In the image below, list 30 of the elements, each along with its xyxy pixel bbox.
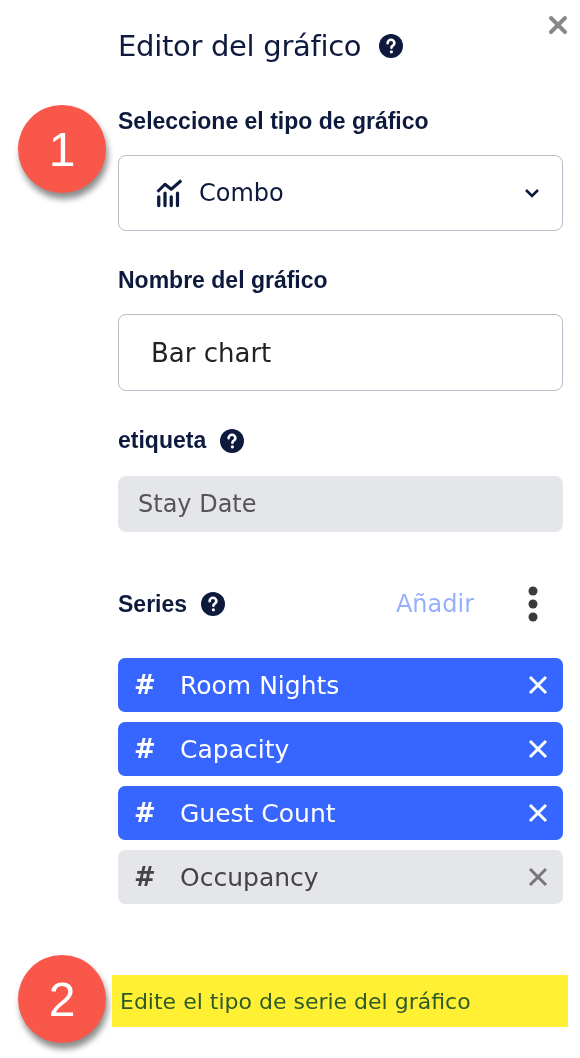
hash-symbol: # [134,734,157,764]
series-label: Series [118,590,188,618]
series-chip[interactable]: # Room Nights [118,658,563,712]
chart-type-dropdown[interactable]: Combo [118,155,563,231]
label-field[interactable]: Stay Date [118,476,563,532]
help-icon[interactable] [379,34,404,58]
step-badge: 2 [18,955,106,1043]
field-label: etiqueta [118,427,207,454]
series-chip[interactable]: # Guest Count [118,786,563,840]
annotation-note: Edite el tipo de serie del gráfico [112,975,568,1027]
series-name: Capacity [180,734,291,764]
chevron-down-icon [524,188,540,198]
chart-name-field[interactable]: Bar chart [118,314,563,391]
hash-symbol: # [134,670,157,700]
panel-title: Editor del gráfico [118,29,362,63]
series-name: Occupancy [180,862,320,892]
step-badge: 1 [18,105,106,193]
help-icon[interactable] [220,428,245,453]
series-name: Guest Count [180,798,337,828]
field-label: Seleccione el tipo de gráfico [118,108,430,135]
hash-symbol: # [134,862,157,892]
series-chip[interactable]: # Capacity [118,722,563,776]
series-chip[interactable]: # Occupancy [118,850,563,904]
help-icon[interactable] [201,592,226,616]
series-name: Room Nights [180,670,341,700]
close-icon[interactable] [548,15,568,35]
remove-icon[interactable] [528,867,548,887]
field-label: Nombre del gráfico [118,267,329,294]
hash-symbol: # [134,798,157,828]
more-icon[interactable] [528,586,538,622]
